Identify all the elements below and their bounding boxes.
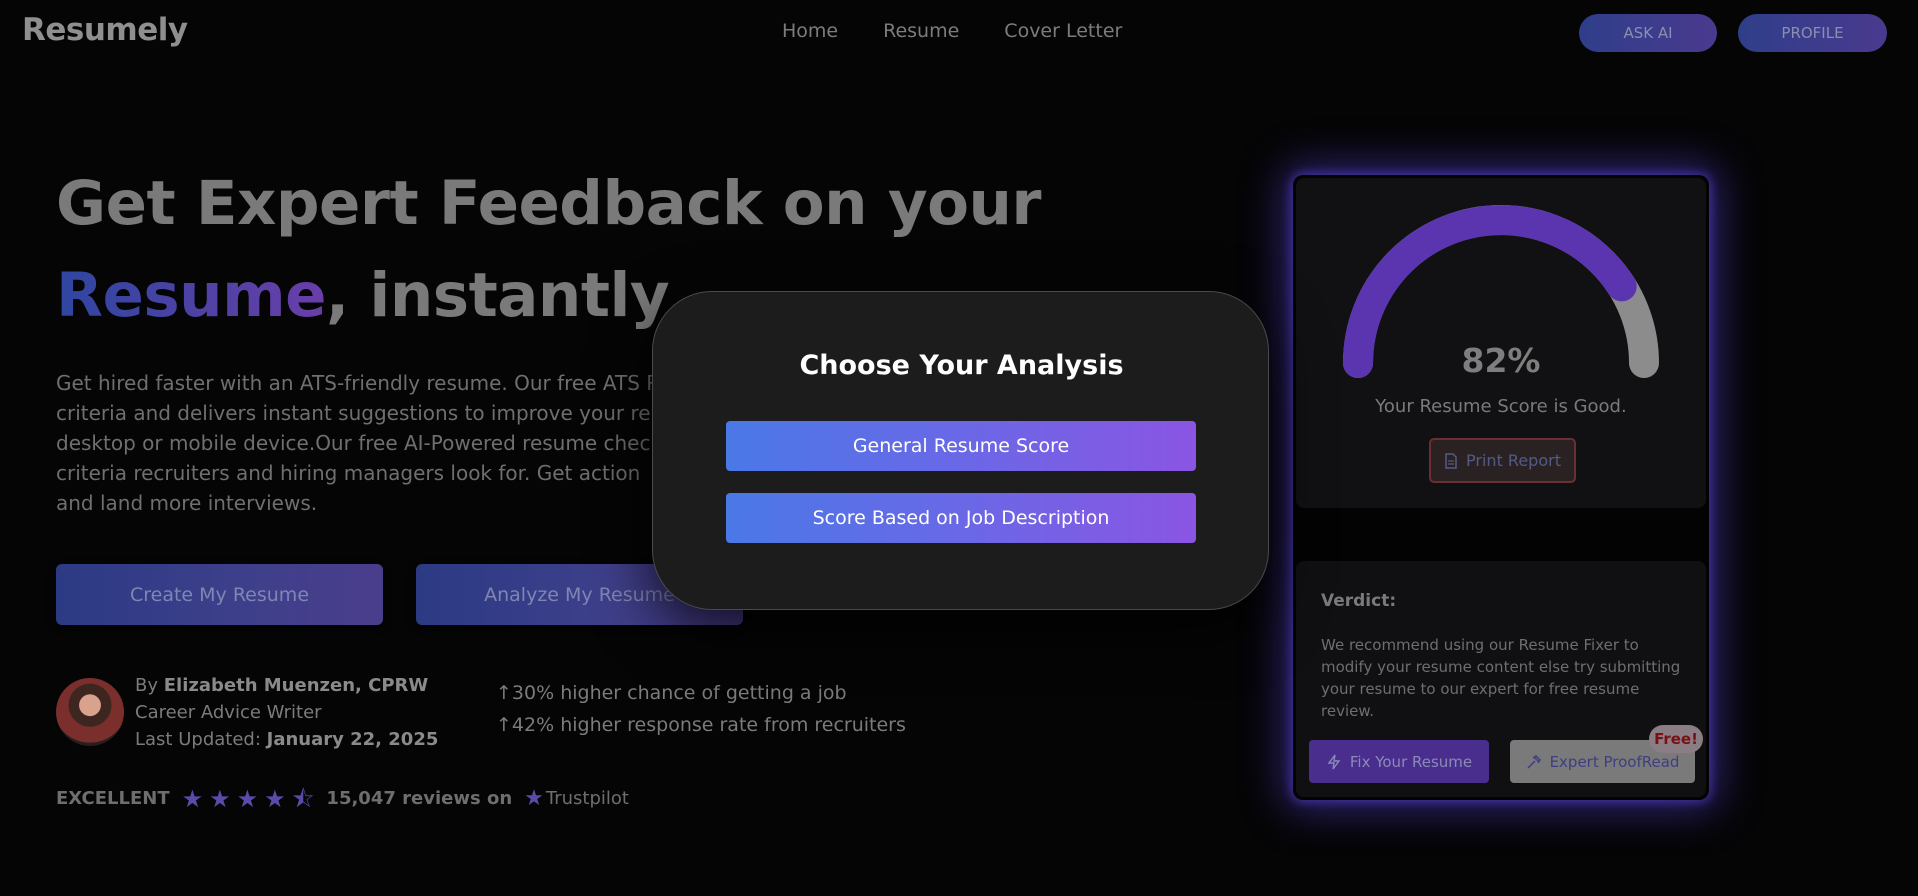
hero-title-rest: , instantly — [326, 260, 670, 331]
score-value: 82% — [1461, 341, 1541, 380]
updated-date: January 22, 2025 — [266, 729, 439, 750]
hammer-icon — [1527, 754, 1541, 769]
score-card: 82% Your Resume Score is Good. Print Rep… — [1293, 175, 1709, 800]
score-message: Your Resume Score is Good. — [1375, 396, 1627, 417]
print-report-label: Print Report — [1466, 451, 1561, 470]
verdict-title: Verdict: — [1321, 591, 1397, 611]
star-icon: ★ — [236, 784, 259, 813]
rating-label: EXCELLENT — [56, 788, 170, 809]
hero-title-accent: Resume — [56, 260, 327, 331]
verdict-text: We recommend using our Resume Fixer to m… — [1321, 636, 1681, 720]
general-score-button[interactable]: General Resume Score — [726, 421, 1196, 471]
stat-text: 30% higher chance of getting a job — [511, 682, 847, 704]
analysis-modal: Choose Your Analysis General Resume Scor… — [652, 291, 1269, 610]
trustpilot-link[interactable]: Trustpilot — [546, 788, 629, 809]
nav-link-home[interactable]: Home — [782, 20, 838, 42]
fix-resume-button[interactable]: Fix Your Resume — [1309, 740, 1489, 783]
star-icon: ★ — [264, 784, 286, 813]
stat-text: 42% higher response rate from recruiters — [511, 714, 906, 736]
nav-link-cover-letter[interactable]: Cover Letter — [1004, 20, 1122, 42]
half-star-icon: ⯪ — [291, 784, 315, 813]
stat-item: ↑30% higher chance of getting a job — [496, 677, 906, 709]
profile-button[interactable]: PROFILE — [1738, 14, 1887, 52]
author-name[interactable]: Elizabeth Muenzen, CPRW — [164, 675, 429, 696]
print-report-button[interactable]: Print Report — [1429, 438, 1576, 483]
star-icon: ★ — [181, 784, 204, 813]
ask-ai-button[interactable]: ASK AI — [1579, 14, 1717, 52]
lightning-icon — [1327, 754, 1341, 769]
hero-description: Get hired faster with an ATS-friendly re… — [56, 371, 661, 515]
create-resume-button[interactable]: Create My Resume — [56, 564, 383, 625]
rating-bar: EXCELLENT ★ ★ ★ ★ ⯪ 15,047 reviews on ★ … — [56, 786, 629, 811]
nav-links: Home Resume Cover Letter — [782, 20, 1122, 42]
nav-link-resume[interactable]: Resume — [883, 20, 959, 42]
stat-item: ↑42% higher response rate from recruiter… — [496, 709, 906, 741]
stats-list: ↑30% higher chance of getting a job ↑42%… — [496, 677, 906, 741]
trustpilot-star-icon: ★ — [524, 786, 544, 811]
reviews-count: 15,047 reviews on — [326, 788, 513, 809]
hero-title-line1: Get Expert Feedback on your — [56, 168, 1042, 239]
updated-label: Last Updated: — [135, 729, 267, 750]
top-nav: Resumely Home Resume Cover Letter ASK AI… — [0, 0, 1918, 64]
score-panel: 82% Your Resume Score is Good. Print Rep… — [1296, 178, 1706, 508]
verdict-panel: Verdict: We recommend using our Resume F… — [1296, 561, 1706, 797]
avatar — [56, 678, 124, 746]
modal-title: Choose Your Analysis — [799, 350, 1124, 381]
logo[interactable]: Resumely — [22, 12, 188, 48]
author-role: Career Advice Writer — [135, 702, 322, 723]
arrow-up-icon: ↑ — [496, 682, 512, 704]
fix-resume-label: Fix Your Resume — [1349, 752, 1473, 771]
arrow-up-icon: ↑ — [496, 714, 512, 736]
job-description-score-button[interactable]: Score Based on Job Description — [726, 493, 1196, 543]
document-icon — [1445, 452, 1457, 469]
author-by: By — [135, 675, 164, 696]
free-badge: Free! — [1649, 725, 1703, 753]
rating-stars: ★ ★ ★ ★ ⯪ — [182, 787, 315, 811]
star-icon: ★ — [209, 784, 231, 813]
expert-proofread-label: Expert ProofRead — [1549, 752, 1680, 771]
